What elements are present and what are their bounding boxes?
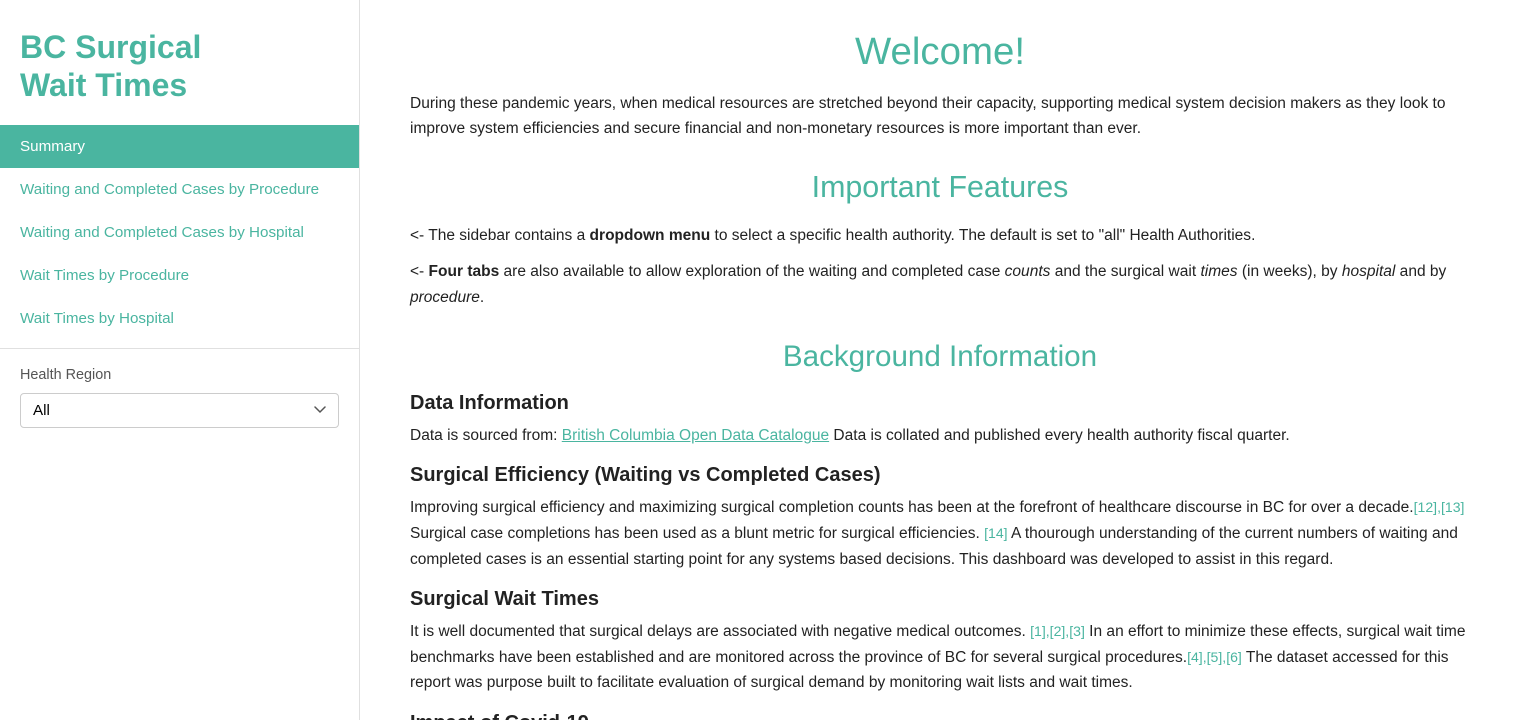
data-info-title: Data Information (410, 392, 1470, 415)
feature2-italic1: counts (1005, 263, 1051, 280)
wait-text1: It is well documented that surgical dela… (410, 623, 1030, 640)
app-title-line1: BC Surgical (20, 29, 201, 65)
sidebar: BC Surgical Wait Times Summary Waiting a… (0, 0, 360, 720)
feature1-prefix: <- The sidebar contains a (410, 227, 590, 244)
app-title: BC Surgical Wait Times (0, 10, 359, 125)
health-region-label: Health Region (0, 357, 359, 389)
feature2-italic2: times (1200, 263, 1237, 280)
feature2-middle2: and the surgical wait (1050, 263, 1200, 280)
wait-refs1[interactable]: [1],[2],[3] (1030, 623, 1085, 639)
sidebar-item-waiting-by-procedure[interactable]: Waiting and Completed Cases by Procedure (0, 168, 359, 211)
surg-eff-ref2[interactable]: [14] (984, 525, 1007, 541)
feature2-bold: Four tabs (429, 263, 500, 280)
surg-eff-text1: Improving surgical efficiency and maximi… (410, 499, 1414, 516)
surgical-efficiency-title: Surgical Efficiency (Waiting vs Complete… (410, 464, 1470, 487)
feature-item-2: <- Four tabs are also available to allow… (410, 259, 1470, 312)
health-region-select-wrapper: All (0, 389, 359, 448)
data-info-prefix: Data is sourced from: (410, 427, 562, 444)
feature2-middle1: are also available to allow exploration … (499, 263, 1004, 280)
feature2-italic4: procedure (410, 289, 480, 306)
feature2-middle3: (in weeks), by (1238, 263, 1342, 280)
wait-refs2[interactable]: [4],[5],[6] (1187, 649, 1242, 665)
feature2-arrow: <- (410, 263, 429, 280)
sidebar-item-wait-times-procedure[interactable]: Wait Times by Procedure (0, 254, 359, 297)
feature2-italic3: hospital (1342, 263, 1395, 280)
sidebar-item-wait-times-hospital[interactable]: Wait Times by Hospital (0, 297, 359, 340)
surg-eff-text2: Surgical case completions has been used … (410, 525, 984, 542)
surgical-wait-title: Surgical Wait Times (410, 588, 1470, 611)
data-info-suffix: Data is collated and published every hea… (829, 427, 1290, 444)
feature1-bold: dropdown menu (590, 227, 711, 244)
surgical-efficiency-text: Improving surgical efficiency and maximi… (410, 495, 1470, 572)
background-title: Background Information (410, 340, 1470, 374)
feature2-suffix: . (480, 289, 484, 306)
sidebar-item-summary[interactable]: Summary (0, 125, 359, 168)
surgical-wait-text: It is well documented that surgical dela… (410, 619, 1470, 696)
feature-item-1: <- The sidebar contains a dropdown menu … (410, 223, 1470, 249)
feature2-middle4: and by (1395, 263, 1446, 280)
covid-title: Impact of Covid-19 (410, 712, 1470, 720)
feature1-suffix: to select a specific health authority. T… (710, 227, 1255, 244)
app-title-line2: Wait Times (20, 67, 187, 103)
data-info-text: Data is sourced from: British Columbia O… (410, 423, 1470, 449)
data-catalogue-link[interactable]: British Columbia Open Data Catalogue (562, 427, 829, 444)
intro-text: During these pandemic years, when medica… (410, 92, 1470, 142)
sidebar-divider (0, 348, 359, 349)
important-features-title: Important Features (410, 170, 1470, 205)
main-content: Welcome! During these pandemic years, wh… (360, 0, 1520, 720)
welcome-title: Welcome! (410, 30, 1470, 74)
health-region-select[interactable]: All (20, 393, 339, 428)
sidebar-item-waiting-by-hospital[interactable]: Waiting and Completed Cases by Hospital (0, 211, 359, 254)
surg-eff-refs1[interactable]: [12],[13] (1414, 499, 1465, 515)
